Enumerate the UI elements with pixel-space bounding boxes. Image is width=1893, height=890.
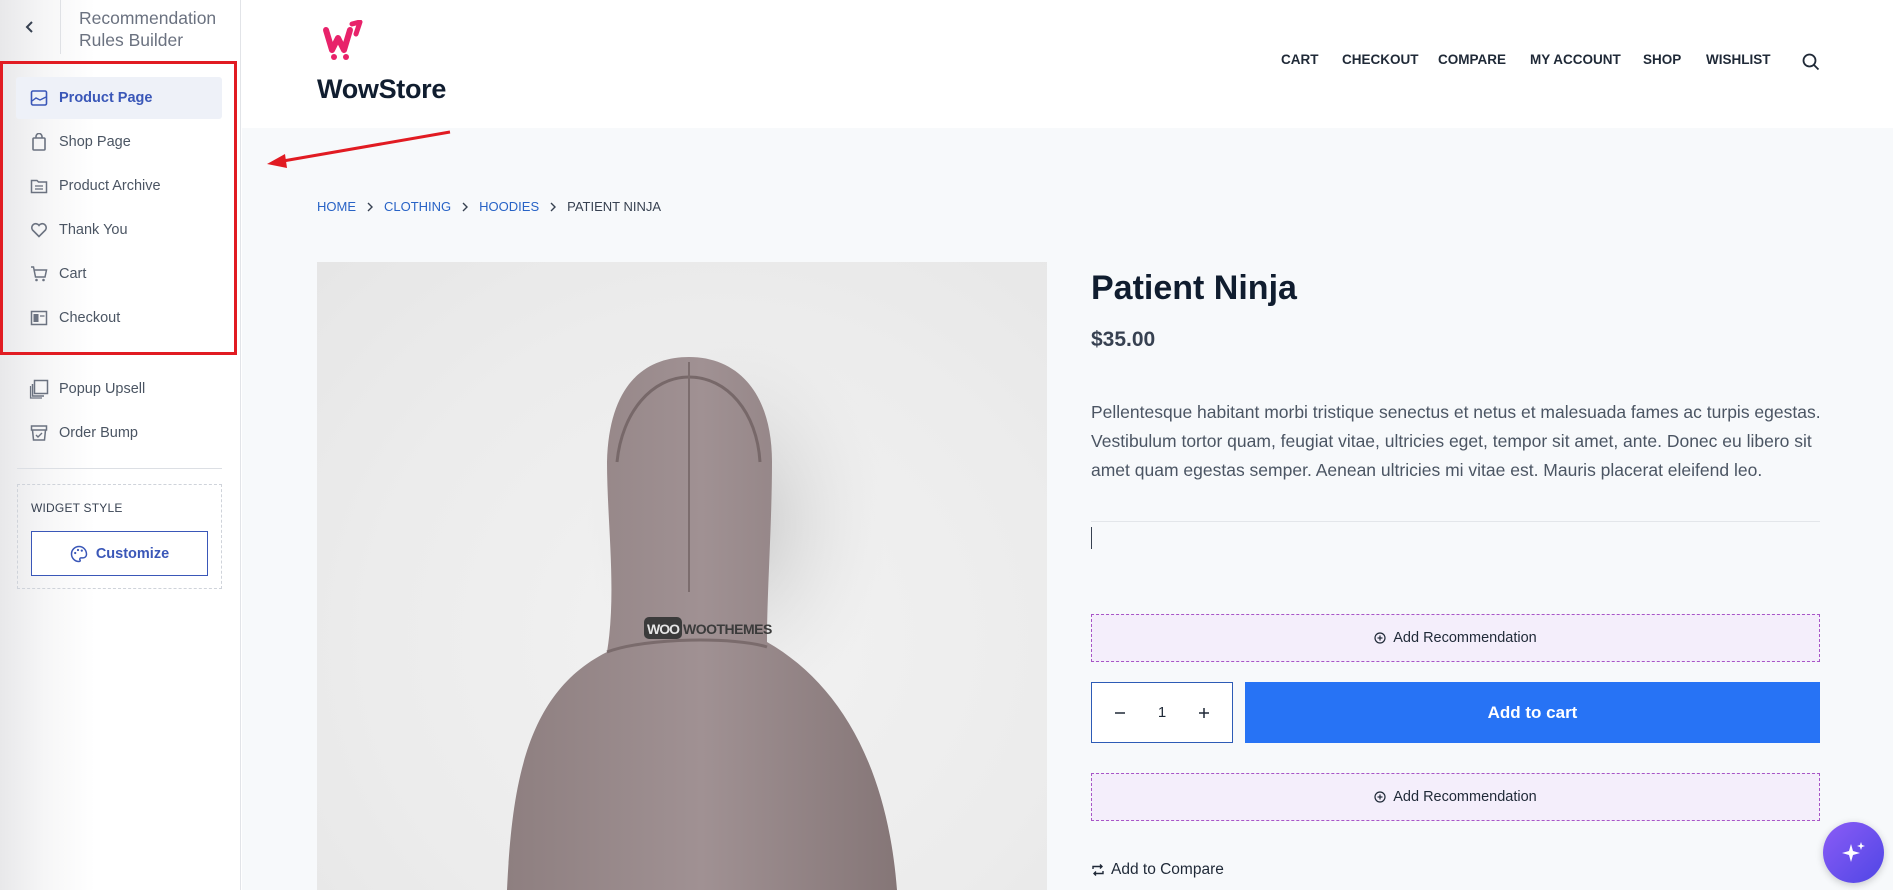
sidebar-item-label: Product Archive <box>59 178 161 194</box>
store-header: WowStore CART CHECKOUT COMPARE MY ACCOUN… <box>242 0 1893 128</box>
sidebar-title: Recommendation Rules Builder <box>79 8 217 50</box>
sparkle-icon <box>1841 841 1865 862</box>
chevron-left-icon <box>25 21 33 33</box>
add-recommendation-label: Add Recommendation <box>1393 789 1537 805</box>
hoodie-print-text: WOOTHEMES <box>683 621 772 637</box>
product-content: HOME CLOTHING HOODIES PATIENT NINJA WOO … <box>242 128 1893 890</box>
nav-cart-link[interactable]: CART <box>1281 52 1319 67</box>
sidebar-item-label: Order Bump <box>59 425 138 441</box>
breadcrumb-current: PATIENT NINJA <box>567 199 662 214</box>
heart-icon <box>29 220 49 240</box>
breadcrumb-hoodies[interactable]: HOODIES <box>479 199 539 214</box>
order-bump-icon <box>29 423 49 443</box>
search-button[interactable] <box>1802 53 1820 76</box>
sidebar-item-label: Cart <box>59 266 87 282</box>
breadcrumb-home[interactable]: HOME <box>317 199 356 214</box>
breadcrumb: HOME CLOTHING HOODIES PATIENT NINJA <box>317 199 661 214</box>
nav-shop-link[interactable]: SHOP <box>1643 52 1681 67</box>
checkout-icon <box>29 308 49 328</box>
sidebar-item-popup-upsell[interactable]: Popup Upsell <box>16 368 222 410</box>
sidebar-item-order-bump[interactable]: Order Bump <box>16 412 222 454</box>
widget-style-title: WIDGET STYLE <box>31 501 123 515</box>
sidebar-item-shop-page[interactable]: Shop Page <box>16 121 222 163</box>
cart-icon <box>29 264 49 284</box>
chevron-right-icon <box>549 202 557 212</box>
customize-button[interactable]: Customize <box>31 531 208 576</box>
sidebar-item-thank-you[interactable]: Thank You <box>16 209 222 251</box>
add-recommendation-bottom-button[interactable]: Add Recommendation <box>1091 773 1820 821</box>
back-button[interactable] <box>0 0 61 54</box>
quantity-input[interactable]: 1 <box>1142 683 1182 742</box>
product-image[interactable]: WOO WOOTHEMES <box>317 262 1047 890</box>
add-recommendation-top-button[interactable]: Add Recommendation <box>1091 614 1820 662</box>
nav-my-account-link[interactable]: MY ACCOUNT <box>1530 52 1621 67</box>
image-icon <box>29 88 49 108</box>
popup-icon <box>29 379 49 399</box>
nav-compare-link[interactable]: COMPARE <box>1438 52 1506 67</box>
plus-circle-icon <box>1374 632 1386 644</box>
product-description: Pellentesque habitant morbi tristique se… <box>1091 402 1821 480</box>
add-to-compare-link[interactable]: Add to Compare <box>1091 861 1224 879</box>
quantity-increase-button[interactable] <box>1182 683 1226 742</box>
store-logo-text[interactable]: WowStore <box>317 74 446 105</box>
breadcrumb-clothing[interactable]: CLOTHING <box>384 199 451 214</box>
search-icon <box>1802 53 1820 71</box>
wowstore-logo-icon[interactable] <box>322 19 366 67</box>
ai-assistant-button[interactable] <box>1823 822 1884 883</box>
sidebar-item-label: Shop Page <box>59 134 131 150</box>
folder-icon <box>29 176 49 196</box>
sidebar-divider <box>17 468 222 469</box>
compare-arrows-icon <box>1091 863 1105 877</box>
chevron-right-icon <box>366 202 374 212</box>
add-to-compare-label: Add to Compare <box>1111 861 1224 878</box>
sidebar-item-label: Popup Upsell <box>59 381 146 397</box>
minus-icon <box>1115 711 1125 714</box>
customize-label: Customize <box>95 545 170 562</box>
sidebar-item-product-page[interactable]: Product Page <box>16 77 222 119</box>
nav-wishlist-link[interactable]: WISHLIST <box>1706 52 1771 67</box>
sidebar-item-label: Checkout <box>59 310 121 326</box>
widget-style-panel: WIDGET STYLE Customize <box>17 484 222 589</box>
shopping-bag-icon <box>29 132 49 152</box>
quantity-stepper: 1 <box>1091 682 1233 743</box>
sidebar: Recommendation Rules Builder Product Pag… <box>0 0 241 890</box>
palette-icon <box>70 545 88 563</box>
hoodie-illustration: WOO WOOTHEMES <box>507 322 897 890</box>
chevron-right-icon <box>461 202 469 212</box>
sidebar-header: Recommendation Rules Builder <box>0 0 240 60</box>
nav-checkout-link[interactable]: CHECKOUT <box>1342 52 1419 67</box>
sidebar-item-checkout[interactable]: Checkout <box>16 297 222 339</box>
sidebar-item-label: Thank You <box>59 222 128 238</box>
svg-text:WOO: WOO <box>647 621 680 637</box>
sidebar-item-product-archive[interactable]: Product Archive <box>16 165 222 207</box>
sidebar-item-cart[interactable]: Cart <box>16 253 222 295</box>
product-price: $35.00 <box>1091 328 1156 351</box>
product-title: Patient Ninja <box>1091 269 1297 307</box>
quantity-decrease-button[interactable] <box>1098 683 1142 742</box>
text-cursor <box>1091 527 1092 549</box>
add-recommendation-label: Add Recommendation <box>1393 630 1537 646</box>
add-to-cart-button[interactable]: Add to cart <box>1245 682 1820 743</box>
sidebar-item-label: Product Page <box>59 90 153 106</box>
plus-circle-icon <box>1374 791 1386 803</box>
description-divider <box>1091 521 1820 522</box>
plus-icon <box>1199 707 1209 718</box>
